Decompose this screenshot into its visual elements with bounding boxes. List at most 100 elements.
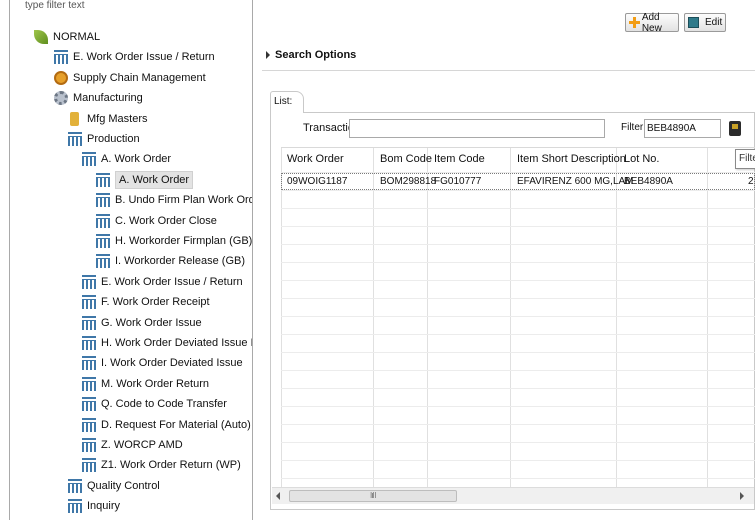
module-icon — [96, 172, 110, 187]
column-header-work-order[interactable]: Work Order — [287, 153, 344, 165]
module-icon — [96, 213, 110, 228]
module-icon — [68, 478, 82, 493]
column-header-lot-no[interactable]: Lot No. — [624, 153, 659, 165]
results-table: Work Order Bom Code Item Code Item Short… — [281, 147, 755, 487]
tree-item[interactable]: M. Work Order Return — [82, 374, 209, 394]
row-divider — [281, 478, 755, 479]
row-divider — [281, 370, 755, 371]
filter-label: Filter: — [621, 122, 646, 133]
tree-item-label: Inquiry — [87, 500, 121, 513]
tree-item[interactable]: Q. Code to Code Transfer — [82, 394, 227, 414]
module-icon — [82, 356, 96, 371]
tree-item-label: H. Work Order Deviated Issue Request — [101, 337, 252, 349]
tree-item[interactable]: B. Undo Firm Plan Work Order — [96, 190, 253, 210]
chain-icon — [54, 70, 68, 85]
tree-item-label: M. Work Order Return — [101, 377, 209, 390]
module-icon — [82, 397, 96, 412]
column-header-bom-code[interactable]: Bom Code — [380, 153, 432, 165]
add-new-label: Add New — [641, 11, 662, 34]
module-icon — [96, 234, 110, 248]
tree-item[interactable]: I. Work Order Deviated Issue — [82, 353, 243, 373]
horizontal-scrollbar[interactable]: III — [272, 487, 754, 504]
column-divider — [616, 148, 617, 487]
tree-item[interactable]: Mfg Masters — [68, 109, 148, 129]
filter-input[interactable]: BEB4890A — [644, 119, 721, 138]
edit-button[interactable]: Edit — [684, 13, 726, 32]
tree-item-label: Z1. Work Order Return (WP) — [101, 459, 241, 472]
module-icon — [68, 499, 82, 514]
tree-item[interactable]: NORMAL — [34, 27, 100, 47]
module-icon — [82, 336, 96, 350]
tree-item-label: NORMAL — [53, 31, 101, 43]
transaction-input[interactable] — [349, 119, 605, 138]
tree-item-label: B. Undo Firm Plan Work Order — [115, 194, 253, 207]
edit-label: Edit — [705, 17, 723, 28]
search-options-toggle[interactable]: Search Options — [266, 49, 356, 61]
tree-item[interactable]: E. Work Order Issue / Return — [82, 272, 243, 292]
tree-item-label: A. Work Order — [101, 153, 172, 166]
tab-list[interactable]: List: — [270, 91, 304, 113]
tree-item-label: G. Work Order Issue — [101, 316, 202, 329]
module-icon — [82, 458, 96, 473]
tree-item[interactable]: H. Work Order Deviated Issue Request — [82, 333, 252, 353]
tree-item-label: Production — [87, 133, 140, 145]
tree-item[interactable]: Supply Chain Management — [54, 68, 206, 88]
leaf-icon — [34, 30, 48, 44]
row-divider — [281, 406, 755, 407]
scroll-right-icon[interactable] — [740, 492, 744, 500]
tree-item[interactable]: Production — [68, 129, 140, 149]
tree-item[interactable]: Inquiry — [68, 496, 120, 516]
row-divider — [281, 424, 755, 425]
tree-item-label: Q. Code to Code Transfer — [101, 398, 227, 411]
cell-lot-no: BEB4890A — [624, 176, 673, 187]
tree-item[interactable]: G. Work Order Issue — [82, 313, 202, 333]
row-divider — [281, 388, 755, 389]
add-new-button[interactable]: Add New — [625, 11, 679, 34]
row-divider — [281, 352, 755, 353]
tree-item[interactable]: H. Workorder Firmplan (GB) — [96, 231, 252, 251]
tree-item-label: Supply Chain Management — [73, 71, 206, 84]
tree-item[interactable]: E. Work Order Issue / Return — [54, 47, 215, 67]
tree-item[interactable]: Z. WORCP AMD — [82, 435, 183, 455]
row-divider — [281, 208, 755, 209]
module-icon — [82, 417, 96, 432]
module-icon — [54, 50, 68, 65]
tree-item[interactable]: C. Work Order Close — [96, 211, 217, 231]
plus-icon — [629, 17, 640, 28]
tree-item[interactable]: F. Work Order Receipt — [82, 292, 210, 312]
gear-icon — [54, 91, 68, 106]
column-header-item-code[interactable]: Item Code — [434, 153, 485, 165]
column-header-item-short-description[interactable]: Item Short Description — [517, 153, 626, 165]
tree-panel: type filter text NORMAL E. Work Order Iss… — [9, 0, 253, 520]
module-icon — [68, 132, 82, 146]
filter-icon[interactable] — [729, 121, 741, 136]
filter-tooltip: Filte — [735, 149, 755, 169]
row-divider — [281, 298, 755, 299]
tree-item[interactable]: D. Request For Material (Auto) - (GB) — [82, 415, 252, 435]
tree-item[interactable]: Manufacturing — [54, 88, 143, 108]
tree-item-label: C. Work Order Close — [115, 214, 217, 227]
caret-right-icon — [266, 51, 270, 59]
cell-overflow: 2 — [748, 176, 754, 187]
grip-icon: III — [370, 491, 377, 500]
scroll-left-icon[interactable] — [276, 492, 280, 500]
row-divider — [281, 334, 755, 335]
module-icon — [82, 315, 96, 330]
module-icon — [82, 438, 96, 452]
column-divider — [281, 148, 282, 487]
column-divider — [707, 148, 708, 487]
cell-work-order: 09WOIG1187 — [287, 176, 348, 187]
column-divider — [373, 148, 374, 487]
tree-item[interactable]: A. Work Order — [96, 170, 194, 190]
tree-filter-input[interactable]: type filter text — [25, 0, 84, 13]
divider — [262, 70, 755, 71]
module-icon — [82, 376, 96, 391]
row-divider — [281, 460, 755, 461]
tree-item[interactable]: I. Workorder Release (GB) — [96, 251, 245, 271]
tree-item[interactable]: A. Work Order — [82, 149, 171, 169]
column-divider — [427, 148, 428, 487]
tree-item[interactable]: Quality Control — [68, 476, 160, 496]
tree-item[interactable]: Z1. Work Order Return (WP) — [82, 455, 241, 475]
edit-icon — [688, 17, 699, 28]
scroll-thumb[interactable]: III — [289, 490, 457, 502]
